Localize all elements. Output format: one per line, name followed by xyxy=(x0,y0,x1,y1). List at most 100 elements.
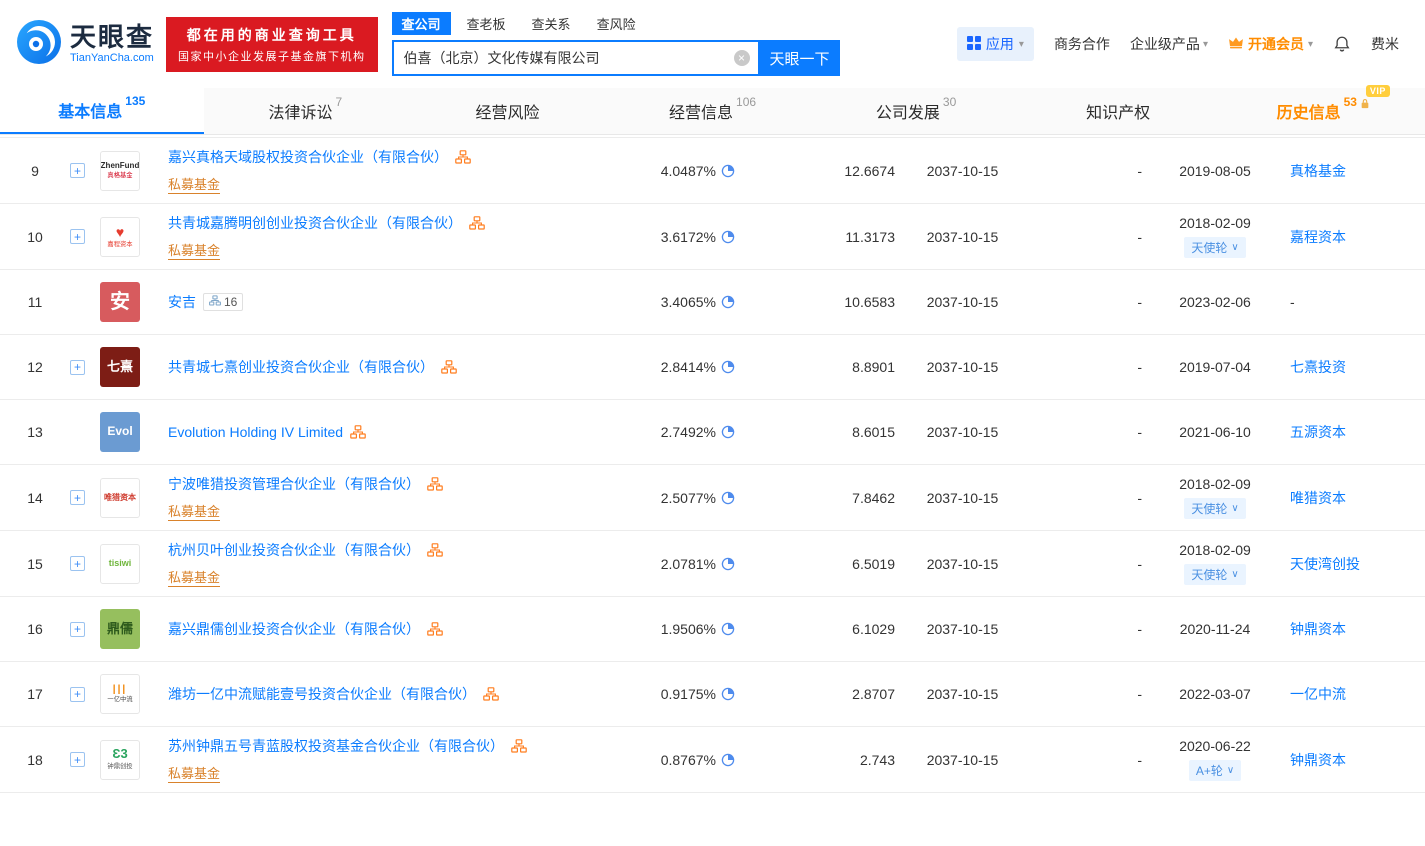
private-fund-tag[interactable]: 私募基金 xyxy=(168,763,220,783)
shareholder-name-link[interactable]: 潍坊一亿中流赋能壹号投资合伙企业（有限合伙） xyxy=(168,684,476,704)
shareholder-name-link[interactable]: 安吉 xyxy=(168,292,196,312)
shareholder-name-link[interactable]: 杭州贝叶创业投资合伙企业（有限合伙） xyxy=(168,540,420,560)
date-value-1: 2037-10-15 xyxy=(895,359,1030,375)
funding-round-tag[interactable]: 天使轮 ∨ xyxy=(1184,498,1245,519)
shareholder-name-link[interactable]: 共青城七熹创业投资合伙企业（有限合伙） xyxy=(168,357,434,377)
fund-link[interactable]: 钟鼎资本 xyxy=(1290,752,1346,768)
fund-link[interactable]: 唯猎资本 xyxy=(1290,490,1346,506)
tab-legal-proceedings[interactable]: 法律诉讼7 xyxy=(204,88,408,134)
shareholding-ratio: 2.0781% xyxy=(661,556,716,572)
fund-link[interactable]: 嘉程资本 xyxy=(1290,229,1346,245)
search-button[interactable]: 天眼一下 xyxy=(760,40,840,76)
ratio-pie-chart-icon[interactable] xyxy=(721,425,735,439)
notification-bell-icon[interactable] xyxy=(1333,35,1351,53)
nav-enterprise-products[interactable]: 企业级产品 ▾ xyxy=(1130,34,1208,54)
fund-link[interactable]: - xyxy=(1290,294,1295,310)
shareholder-logo[interactable]: Ɛ3 钟鼎创投 xyxy=(100,740,140,780)
fund-link[interactable]: 钟鼎资本 xyxy=(1290,621,1346,637)
ratio-pie-chart-icon[interactable] xyxy=(721,164,735,178)
shareholder-name-link[interactable]: 共青城嘉腾明创创业投资合伙企业（有限合伙） xyxy=(168,213,462,233)
fund-link[interactable]: 五源资本 xyxy=(1290,424,1346,440)
expand-button[interactable]: + xyxy=(70,360,85,375)
shareholder-logo[interactable]: 七熹 xyxy=(100,347,140,387)
ratio-pie-chart-icon[interactable] xyxy=(721,230,735,244)
ratio-pie-chart-icon[interactable] xyxy=(721,557,735,571)
tab-company-development[interactable]: 公司发展30 xyxy=(814,88,1018,134)
tab-operation-info[interactable]: 经营信息106 xyxy=(611,88,815,134)
dash-cell: - xyxy=(1030,163,1150,179)
expand-button[interactable]: + xyxy=(70,752,85,767)
shareholder-logo[interactable]: ||| 一亿中流 xyxy=(100,674,140,714)
capital-amount: 2.8707 xyxy=(735,686,895,702)
shareholder-logo[interactable]: 鼎儒 xyxy=(100,609,140,649)
shareholder-logo[interactable]: ZhenFund 真格基金 xyxy=(100,151,140,191)
search-tab-risk[interactable]: 查风险 xyxy=(587,12,646,35)
expand-button[interactable]: + xyxy=(70,687,85,702)
ratio-pie-chart-icon[interactable] xyxy=(721,360,735,374)
shareholder-logo[interactable]: ♥ 嘉程资本 xyxy=(100,217,140,257)
shareholder-name-link[interactable]: 宁波唯猎投资管理合伙企业（有限合伙） xyxy=(168,474,420,494)
shareholder-logo[interactable]: 唯猎资本 xyxy=(100,478,140,518)
date-value-1: 2037-10-15 xyxy=(895,686,1030,702)
search-input[interactable] xyxy=(394,42,758,74)
search-tab-boss[interactable]: 查老板 xyxy=(457,12,516,35)
tab-operation-risk[interactable]: 经营风险 xyxy=(407,88,611,134)
expand-button[interactable]: + xyxy=(70,622,85,637)
tianyancha-logo[interactable]: 天眼查 TianYanCha.com xyxy=(16,19,154,70)
shareholder-name-link[interactable]: 嘉兴鼎儒创业投资合伙企业（有限合伙） xyxy=(168,619,420,639)
expand-button[interactable]: + xyxy=(70,490,85,505)
ratio-pie-chart-icon[interactable] xyxy=(721,491,735,505)
funding-round-tag[interactable]: A+轮 ∨ xyxy=(1189,760,1241,781)
expand-button[interactable]: + xyxy=(70,556,85,571)
capital-amount: 12.6674 xyxy=(735,163,895,179)
equity-structure-icon[interactable] xyxy=(350,425,366,439)
equity-structure-icon[interactable] xyxy=(469,216,485,230)
private-fund-tag[interactable]: 私募基金 xyxy=(168,501,220,521)
logo-text-sub: 嘉程资本 xyxy=(107,240,132,248)
ratio-pie-chart-icon[interactable] xyxy=(721,622,735,636)
fund-link[interactable]: 七熹投资 xyxy=(1290,359,1346,375)
shareholder-logo[interactable]: 安 xyxy=(100,282,140,322)
expand-button[interactable]: + xyxy=(70,229,85,244)
open-vip-button[interactable]: 开通会员 ▾ xyxy=(1228,34,1313,54)
equity-structure-icon[interactable] xyxy=(455,150,471,164)
row-number: 15 xyxy=(0,556,70,572)
chevron-down-icon: ∨ xyxy=(1231,569,1238,580)
funding-round-tag[interactable]: 天使轮 ∨ xyxy=(1184,564,1245,585)
funding-round-tag[interactable]: 天使轮 ∨ xyxy=(1184,237,1245,258)
private-fund-tag[interactable]: 私募基金 xyxy=(168,567,220,587)
equity-structure-icon[interactable] xyxy=(427,622,443,636)
private-fund-tag[interactable]: 私募基金 xyxy=(168,240,220,260)
equity-structure-icon[interactable] xyxy=(441,360,457,374)
fund-link[interactable]: 天使湾创投 xyxy=(1290,556,1360,572)
tab-basic-info[interactable]: 基本信息135 xyxy=(0,88,204,134)
ratio-pie-chart-icon[interactable] xyxy=(721,687,735,701)
ratio-pie-chart-icon[interactable] xyxy=(721,753,735,767)
search-tab-relation[interactable]: 查关系 xyxy=(522,12,581,35)
table-row: 16 + 鼎儒 嘉兴鼎儒创业投资合伙企业（有限合伙） xyxy=(0,597,1425,662)
shareholder-name-link[interactable]: 苏州钟鼎五号青蓝股权投资基金合伙企业（有限合伙） xyxy=(168,736,504,756)
search-tab-company[interactable]: 查公司 xyxy=(392,12,451,35)
shareholder-name-link[interactable]: 嘉兴真格天域股权投资合伙企业（有限合伙） xyxy=(168,147,448,167)
shareholder-logo[interactable]: tisiwi xyxy=(100,544,140,584)
nav-business-cooperation[interactable]: 商务合作 xyxy=(1054,34,1110,54)
expand-button[interactable]: + xyxy=(70,163,85,178)
equity-structure-icon[interactable] xyxy=(427,543,443,557)
shareholder-logo[interactable]: Evol xyxy=(100,412,140,452)
equity-structure-icon[interactable] xyxy=(511,739,527,753)
ratio-pie-chart-icon[interactable] xyxy=(721,295,735,309)
slogan-line-1: 都在用的商业查询工具 xyxy=(178,25,366,45)
tab-history-info[interactable]: 历史信息 53 VIP xyxy=(1221,88,1425,134)
apps-menu-button[interactable]: 应用 ▾ xyxy=(957,27,1034,61)
table-row: 10 + ♥ 嘉程资本 共青城嘉腾明创创业投资合伙企业（有限合伙） xyxy=(0,204,1425,270)
clear-search-icon[interactable]: × xyxy=(734,50,750,66)
private-fund-tag[interactable]: 私募基金 xyxy=(168,174,220,194)
user-name[interactable]: 费米 xyxy=(1371,34,1399,54)
shareholder-name-link[interactable]: Evolution Holding IV Limited xyxy=(168,424,343,440)
tab-intellectual-property[interactable]: 知识产权 xyxy=(1018,88,1222,134)
equity-structure-icon[interactable] xyxy=(427,477,443,491)
fund-link[interactable]: 真格基金 xyxy=(1290,163,1346,179)
related-count-badge[interactable]: 16 xyxy=(203,293,243,311)
fund-link[interactable]: 一亿中流 xyxy=(1290,686,1346,702)
equity-structure-icon[interactable] xyxy=(483,687,499,701)
